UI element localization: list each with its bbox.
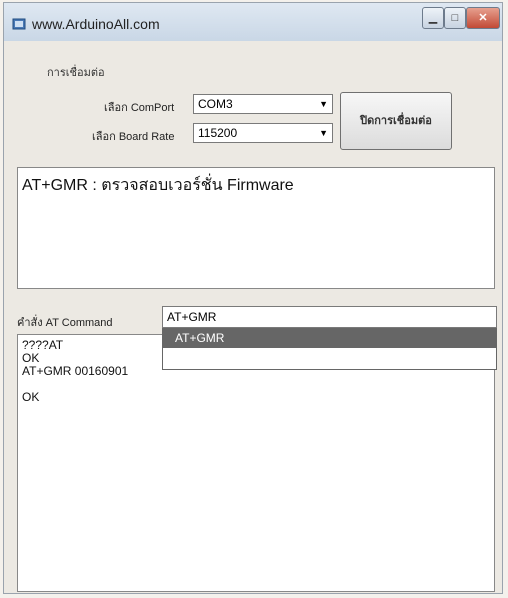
title-bar[interactable]: www.ArduinoAll.com ▁ □ ✕ [4,3,502,41]
comport-select[interactable]: COM3 ▼ [193,94,333,114]
maximize-icon: □ [451,12,459,24]
dropdown-option[interactable]: AT+GMR [163,329,496,348]
main-window: www.ArduinoAll.com ▁ □ ✕ การเชื่อมต่อ เล… [3,2,503,594]
baud-rate-value: 115200 [198,126,238,140]
baud-rate-label: เลือก Board Rate [92,131,175,143]
minimize-button[interactable]: ▁ [422,7,444,29]
connection-group-label: การเชื่อมต่อ [47,67,105,79]
info-text-box[interactable]: AT+GMR : ตรวจสอบเวอร์ชั่น Firmware [17,167,495,289]
window-title: www.ArduinoAll.com [32,16,160,32]
app-icon [12,18,26,30]
close-button[interactable]: ✕ [466,7,500,29]
output-line: OK [22,390,40,404]
at-command-input[interactable]: AT+GMR [162,306,497,328]
maximize-button[interactable]: □ [444,7,466,29]
comport-value: COM3 [198,97,233,111]
at-command-label: คำสั่ง AT Command [17,317,113,329]
output-log[interactable]: ????AT OK AT+GMR 00160901 OK [17,334,495,592]
command-dropdown[interactable]: AT+GMR [162,328,497,370]
minimize-icon: ▁ [428,12,438,24]
close-icon: ✕ [478,12,488,24]
comport-label: เลือก ComPort [104,102,175,114]
chevron-down-icon[interactable]: ▼ [319,124,328,142]
chevron-down-icon[interactable]: ▼ [319,95,328,113]
baud-rate-select[interactable]: 115200 ▼ [193,123,333,143]
disconnect-button[interactable]: ปิดการเชื่อมต่อ [340,92,452,150]
